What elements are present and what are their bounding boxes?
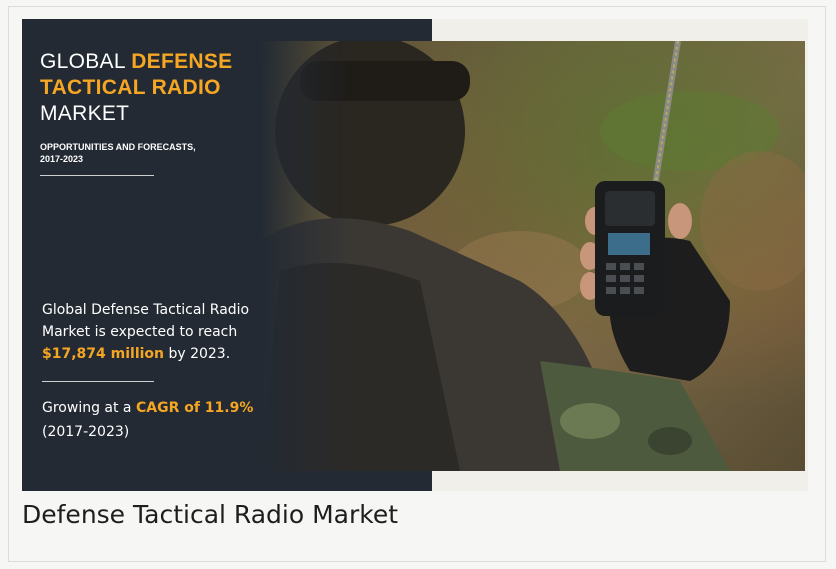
headline-part2: MARKET [40,102,130,125]
subline-line1: OPPORTUNITIES AND FORECASTS, [40,142,196,152]
photo-edge-fade [260,41,350,471]
stat-divider [42,381,154,382]
market-infographic: GLOBAL DEFENSE TACTICAL RADIO MARKET OPP… [22,19,808,491]
stat2-value: CAGR of 11.9% [135,400,254,416]
market-size-statement: Global Defense Tactical Radio Market is … [42,299,262,365]
stat2-prefix: Growing at a [42,400,136,416]
soldier-radio-photo [260,41,805,471]
figure-caption: Defense Tactical Radio Market [22,500,399,529]
infographic-subline: OPPORTUNITIES AND FORECASTS, 2017-2023 [40,141,240,165]
headline-part1: GLOBAL [40,50,132,73]
cagr-statement: Growing at a CAGR of 11.9% (2017-2023) [42,396,272,444]
subline-divider [40,175,154,176]
stat1-suffix: by 2023. [164,346,231,362]
stat1-text: Global Defense Tactical Radio Market is … [42,302,250,340]
subline-line2: 2017-2023 [40,154,84,164]
stat1-value: $17,874 million [42,346,165,362]
stat2-period: (2017-2023) [42,424,130,440]
infographic-headline: GLOBAL DEFENSE TACTICAL RADIO MARKET [40,49,260,127]
